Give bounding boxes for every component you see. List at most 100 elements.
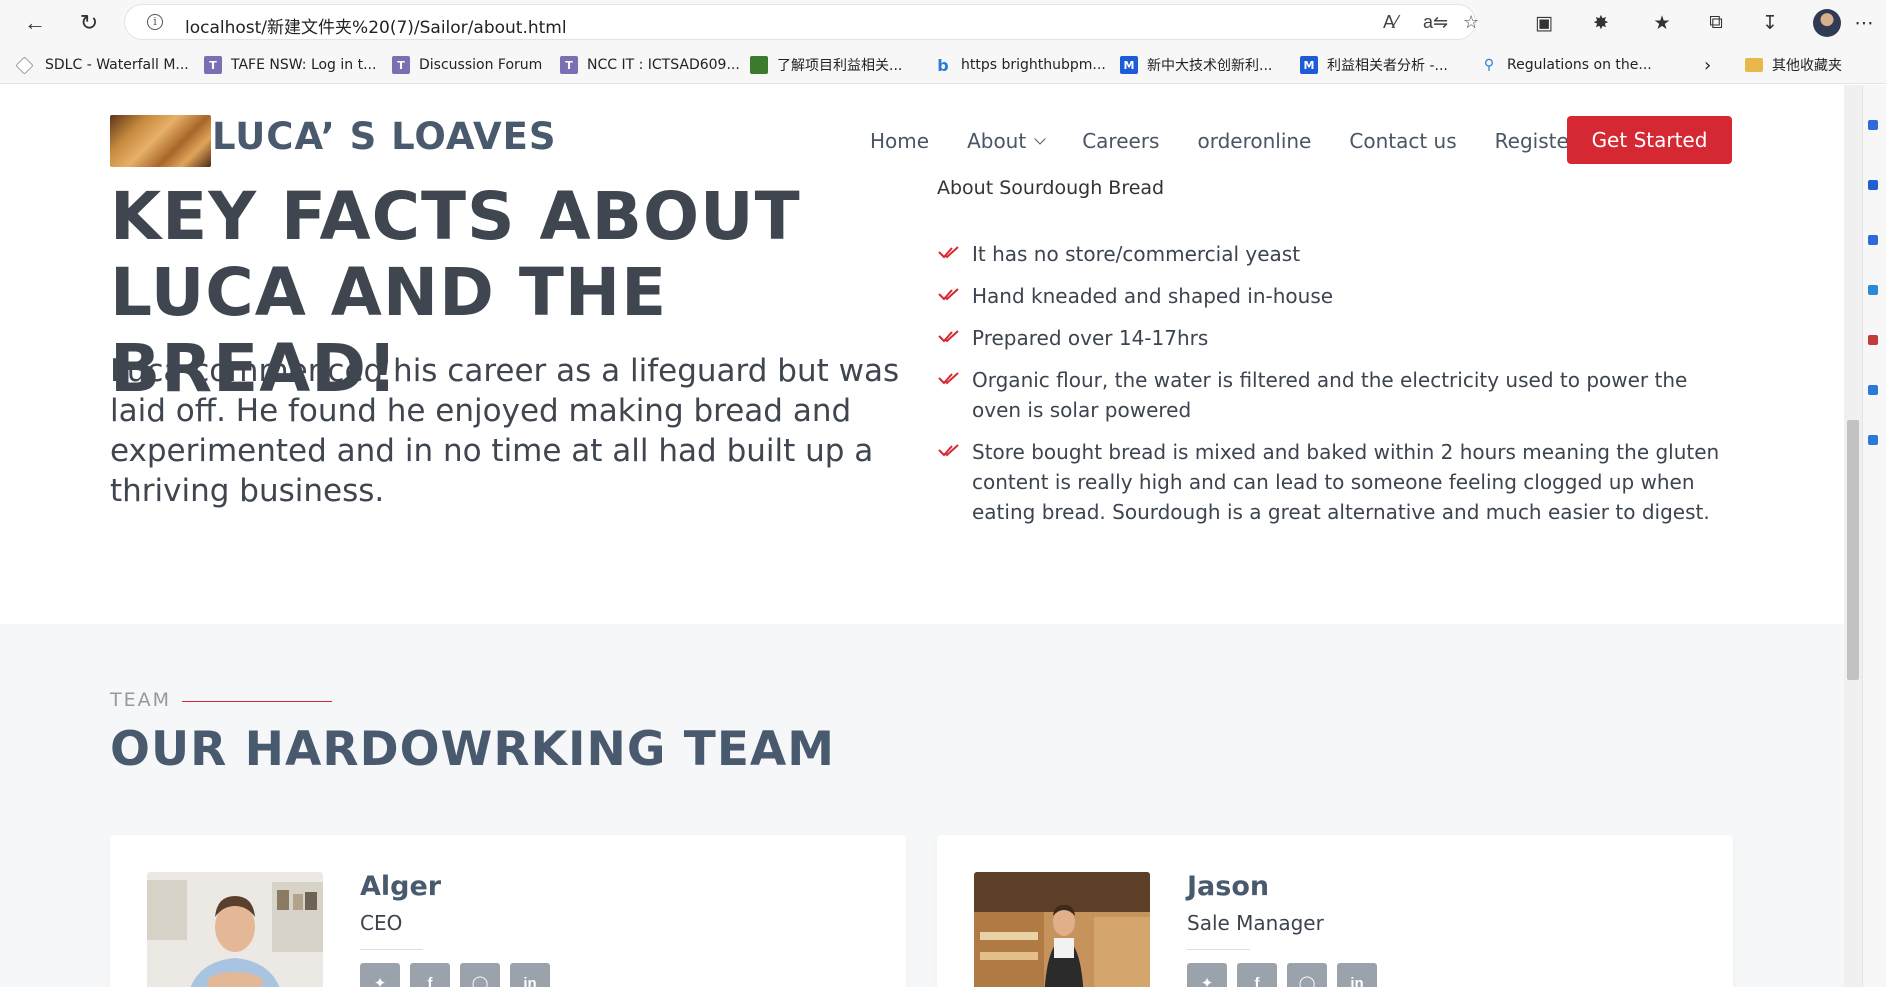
member-name: Alger — [360, 871, 442, 902]
address-bar[interactable]: i localhost/新建文件夹%20(7)/Sailor/about.htm… — [125, 5, 1479, 39]
key-facts-title: KEY FACTS ABOUT LUCA AND THE BREAD! — [110, 178, 801, 407]
fact-item: Prepared over 14-17hrs — [937, 323, 1737, 353]
bookmark-item[interactable]: ⚲ Regulations on the... — [1480, 54, 1652, 76]
folder-icon — [1745, 58, 1763, 72]
sidebar-games-icon[interactable] — [1868, 285, 1878, 295]
fact-text: Prepared over 14-17hrs — [972, 326, 1209, 350]
bookmark-item[interactable]: b https brighthubpm... — [934, 54, 1106, 76]
twitter-icon[interactable]: ✦ — [1187, 963, 1227, 987]
bookmark-item[interactable]: T Discussion Forum — [392, 54, 542, 76]
bookmark-item[interactable]: M 新中大技术创新利... — [1120, 54, 1272, 76]
reload-icon[interactable]: ↻ — [74, 8, 104, 38]
team-title: OUR HARDOWRKING TEAM — [110, 722, 836, 777]
tafe-favicon: T — [560, 56, 578, 74]
nav-orderonline[interactable]: orderonline — [1197, 129, 1311, 153]
bookmark-label: 了解项目利益相关... — [777, 58, 903, 74]
member-role: Sale Manager — [1187, 911, 1324, 935]
team-eyebrow: TEAM — [110, 689, 172, 711]
member-divider — [360, 949, 423, 950]
linkedin-icon[interactable]: in — [510, 963, 550, 987]
fact-item: Hand kneaded and shaped in-house — [937, 281, 1737, 311]
nav-careers[interactable]: Careers — [1082, 129, 1159, 153]
fact-item: It has no store/commercial yeast — [937, 239, 1737, 269]
chevron-down-icon — [1034, 133, 1046, 145]
other-bookmarks-folder[interactable]: 其他收藏夹 — [1745, 54, 1842, 76]
sidebar-send-icon[interactable] — [1868, 435, 1878, 445]
nav-home[interactable]: Home — [870, 129, 929, 153]
extensions-icon[interactable]: ✸ — [1588, 10, 1614, 36]
bookmark-label: https brighthubpm... — [961, 57, 1106, 73]
bookmark-item[interactable]: SDLC - Waterfall M... — [15, 54, 189, 76]
bookmark-label: TAFE NSW: Log in t... — [231, 57, 377, 73]
team-section: TEAM OUR HARDOWRKING TEAM Alger CEO ✦ f … — [0, 624, 1844, 987]
page-scrollbar[interactable] — [1844, 85, 1862, 987]
collections-icon[interactable]: ▣ — [1531, 10, 1557, 36]
bookmark-label: Regulations on the... — [1507, 57, 1652, 73]
site-header: LUCA’ S LOAVES Home About Careers ordero… — [0, 85, 1844, 175]
sdlc-favicon — [15, 55, 34, 75]
bookmark-item[interactable]: M 利益相关者分析 -... — [1300, 54, 1448, 76]
site-info-icon[interactable]: i — [147, 14, 163, 30]
nav-about[interactable]: About — [967, 129, 1046, 153]
eyebrow-divider — [182, 701, 332, 702]
more-menu-icon[interactable]: ⋯ — [1851, 10, 1877, 36]
translate-icon[interactable]: a⇋ — [1423, 12, 1448, 33]
back-arrow-icon[interactable]: ← — [20, 8, 50, 38]
instagram-icon[interactable]: ◯ — [1287, 963, 1327, 987]
main-nav: Home About Careers orderonline Contact u… — [870, 129, 1615, 153]
tafe-favicon: T — [204, 56, 222, 74]
profile-avatar[interactable] — [1813, 9, 1841, 37]
facebook-icon[interactable]: f — [410, 963, 450, 987]
m-favicon: M — [1300, 56, 1318, 74]
facebook-icon[interactable]: f — [1237, 963, 1277, 987]
member-role: CEO — [360, 911, 403, 935]
downloads-icon[interactable]: ↧ — [1757, 10, 1783, 36]
fact-item: Organic flour, the water is filtered and… — [937, 365, 1737, 425]
favorites-icon[interactable]: ★ — [1649, 10, 1675, 36]
scroll-thumb[interactable] — [1847, 420, 1859, 680]
sidebar-office-icon[interactable] — [1868, 335, 1878, 345]
green-favicon — [750, 56, 768, 74]
read-aloud-icon[interactable]: A⁄ — [1383, 12, 1398, 33]
bookmark-label: 利益相关者分析 -... — [1327, 58, 1448, 74]
m-favicon: M — [1120, 56, 1138, 74]
logo-text[interactable]: LUCA’ S LOAVES — [212, 115, 557, 158]
facts-list: It has no store/commercial yeast Hand kne… — [937, 239, 1737, 539]
member-photo — [147, 872, 323, 987]
social-links: ✦ f ◯ in — [1187, 963, 1377, 987]
add-favorite-icon[interactable]: ☆ — [1463, 12, 1479, 33]
sidebar-outlook-icon[interactable] — [1868, 385, 1878, 395]
more-bookmarks-chevron-icon[interactable]: › — [1704, 54, 1711, 76]
nav-about-label: About — [967, 129, 1027, 153]
url-text[interactable]: localhost/新建文件夹%20(7)/Sailor/about.html — [185, 13, 567, 38]
sidebar-tools-icon[interactable] — [1868, 235, 1878, 245]
social-links: ✦ f ◯ in — [360, 963, 550, 987]
linkedin-icon[interactable]: in — [1337, 963, 1377, 987]
sale-manager-photo-illustration — [974, 872, 1150, 987]
team-card-alger: Alger CEO ✦ f ◯ in — [110, 835, 906, 987]
page-viewport: About Sourdough Bread LUCA’ S LOAVES Hom… — [0, 85, 1844, 987]
tafe-favicon: T — [392, 56, 410, 74]
twitter-icon[interactable]: ✦ — [360, 963, 400, 987]
tab-actions-icon[interactable]: ⧉ — [1703, 10, 1729, 36]
bookmark-label: SDLC - Waterfall M... — [45, 57, 189, 73]
sidebar-search-icon[interactable] — [1868, 120, 1878, 130]
double-check-icon — [938, 372, 959, 385]
search-favicon: ⚲ — [1483, 57, 1495, 73]
bookmark-item[interactable]: 了解项目利益相关... — [750, 54, 902, 76]
other-bookmarks-label: 其他收藏夹 — [1772, 58, 1842, 74]
get-started-button[interactable]: Get Started — [1567, 116, 1732, 164]
logo-bread-image[interactable] — [110, 115, 211, 167]
member-divider — [1187, 949, 1250, 950]
bing-favicon: b — [937, 55, 949, 75]
double-check-icon — [938, 330, 959, 343]
double-check-icon — [938, 246, 959, 259]
nav-register[interactable]: Register — [1495, 129, 1577, 153]
bookmark-label: Discussion Forum — [419, 57, 543, 73]
sidebar-shopping-icon[interactable] — [1868, 180, 1878, 190]
nav-contact[interactable]: Contact us — [1349, 129, 1456, 153]
bookmark-item[interactable]: T TAFE NSW: Log in t... — [204, 54, 376, 76]
double-check-icon — [938, 288, 959, 301]
bookmark-item[interactable]: T NCC IT : ICTSAD609... — [560, 54, 740, 76]
instagram-icon[interactable]: ◯ — [460, 963, 500, 987]
